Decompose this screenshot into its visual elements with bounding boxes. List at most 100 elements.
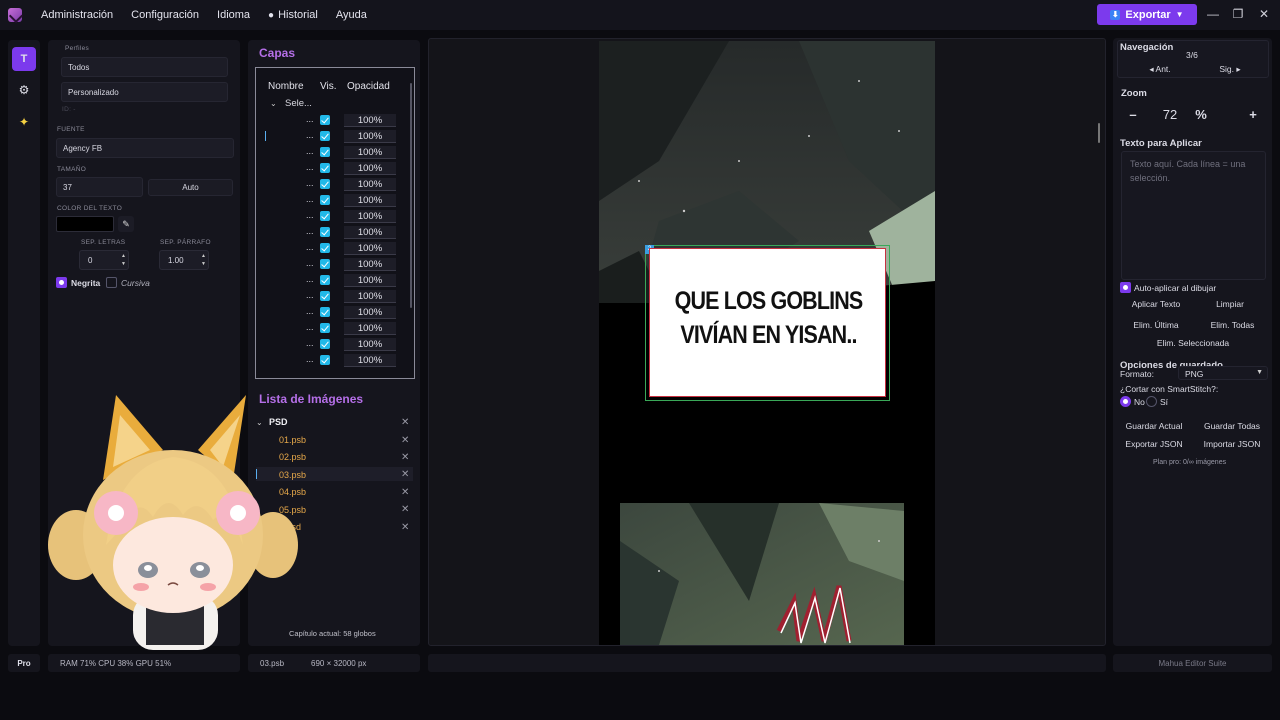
text-color-swatch[interactable] — [56, 216, 114, 232]
opacity-field[interactable]: 100% — [344, 322, 396, 335]
close-icon[interactable]: ✕ — [401, 452, 409, 463]
opacity-field[interactable]: 100% — [344, 178, 396, 191]
layer-group-name[interactable]: Sele... — [285, 98, 312, 109]
visibility-checkbox[interactable] — [320, 339, 330, 349]
letter-spacing-input[interactable]: 0 ▲ ▼ — [79, 250, 129, 270]
export-json-button[interactable]: Exportar JSON — [1120, 439, 1188, 449]
spinner-arrows-icon[interactable]: ▲ ▼ — [121, 252, 126, 268]
layer-row[interactable]: ... 100% — [256, 304, 400, 320]
chevron-down-icon[interactable]: ⌄ — [270, 99, 277, 108]
text-to-apply-area[interactable]: Texto aquí. Cada línea = una selección. — [1121, 151, 1266, 280]
prev-page-button[interactable]: ◂ Ant. — [1140, 64, 1180, 75]
layer-row[interactable]: ... 100% — [256, 272, 400, 288]
opacity-field[interactable]: 100% — [344, 114, 396, 127]
close-icon[interactable]: ✕ — [401, 469, 409, 480]
delete-last-button[interactable]: Elim. Última — [1122, 320, 1190, 330]
save-current-button[interactable]: Guardar Actual — [1120, 421, 1188, 431]
italic-checkbox[interactable] — [106, 277, 117, 288]
visibility-checkbox[interactable] — [320, 163, 330, 173]
no-radio[interactable] — [1120, 396, 1131, 407]
opacity-field[interactable]: 100% — [344, 306, 396, 319]
opacity-field[interactable]: 100% — [344, 258, 396, 271]
menu-configuracion[interactable]: Configuración — [122, 9, 208, 21]
sparkle-icon[interactable]: ✦ — [12, 110, 36, 134]
opacity-field[interactable]: 100% — [344, 290, 396, 303]
close-icon[interactable]: ✕ — [401, 487, 409, 498]
close-icon[interactable]: ✕ — [401, 522, 409, 533]
visibility-checkbox[interactable] — [320, 243, 330, 253]
text-tool-button[interactable]: T — [12, 47, 36, 71]
zoom-value[interactable]: 72 — [1155, 107, 1185, 122]
close-icon[interactable]: ✕ — [401, 504, 409, 515]
layer-row[interactable]: ... 100% — [256, 336, 400, 352]
layer-row[interactable]: ... 100% — [256, 176, 400, 192]
layers-scrollbar[interactable] — [410, 83, 412, 308]
menu-historial[interactable]: ● Historial — [259, 9, 327, 21]
opacity-field[interactable]: 100% — [344, 274, 396, 287]
bold-checkbox[interactable] — [56, 277, 67, 288]
visibility-checkbox[interactable] — [320, 195, 330, 205]
apply-text-button[interactable]: Aplicar Texto — [1122, 299, 1190, 309]
layer-row[interactable]: ... 100% — [256, 320, 400, 336]
size-input[interactable]: 37 — [56, 177, 143, 197]
visibility-checkbox[interactable] — [320, 291, 330, 301]
layer-row[interactable]: ... 100% — [256, 208, 400, 224]
visibility-checkbox[interactable] — [320, 355, 330, 365]
profile-all-item[interactable]: Todos — [61, 57, 228, 77]
layer-row[interactable]: ... 100% — [256, 160, 400, 176]
layer-row[interactable]: ... 100% — [256, 192, 400, 208]
opacity-field[interactable]: 100% — [344, 242, 396, 255]
save-all-button[interactable]: Guardar Todas — [1198, 421, 1266, 431]
layer-row[interactable]: ... 100% — [256, 288, 400, 304]
gear-icon[interactable]: ⚙ — [12, 78, 36, 102]
minimize-button[interactable]: — — [1206, 7, 1220, 21]
visibility-checkbox[interactable] — [320, 275, 330, 285]
close-icon[interactable]: ✕ — [401, 435, 409, 446]
yes-radio[interactable] — [1146, 396, 1157, 407]
close-icon[interactable]: ✕ — [401, 417, 409, 428]
profile-custom-item[interactable]: Personalizado — [61, 82, 228, 102]
font-select[interactable]: Agency FB — [56, 138, 234, 158]
canvas-area[interactable]: 2 QUE LOS GOBLINS VIVÍAN EN YISAN.. — [428, 38, 1106, 646]
opacity-field[interactable]: 100% — [344, 130, 396, 143]
export-button[interactable]: ⬇ Exportar ▼ — [1097, 4, 1197, 25]
eyedropper-icon[interactable]: ✎ — [118, 216, 134, 232]
opacity-field[interactable]: 100% — [344, 194, 396, 207]
opacity-field[interactable]: 100% — [344, 210, 396, 223]
spinner-arrows-icon[interactable]: ▲ ▼ — [201, 252, 206, 268]
visibility-checkbox[interactable] — [320, 211, 330, 221]
visibility-checkbox[interactable] — [320, 307, 330, 317]
visibility-checkbox[interactable] — [320, 323, 330, 333]
delete-selected-button[interactable]: Elim. Seleccionada — [1122, 338, 1264, 348]
opacity-field[interactable]: 100% — [344, 162, 396, 175]
zoom-in-button[interactable]: + — [1246, 107, 1260, 122]
next-page-button[interactable]: Sig. ▸ — [1210, 64, 1250, 75]
layer-row[interactable]: ... 100% — [256, 240, 400, 256]
layer-row[interactable]: ... 100% — [256, 224, 400, 240]
delete-all-button[interactable]: Elim. Todas — [1200, 320, 1265, 330]
zoom-out-button[interactable]: – — [1126, 107, 1140, 122]
layer-row[interactable]: ... 100% — [256, 256, 400, 272]
opacity-field[interactable]: 100% — [344, 146, 396, 159]
visibility-checkbox[interactable] — [320, 259, 330, 269]
opacity-field[interactable]: 100% — [344, 354, 396, 367]
canvas-scrollbar[interactable] — [1098, 123, 1100, 143]
auto-apply-checkbox[interactable] — [1120, 282, 1131, 293]
maximize-button[interactable]: ❐ — [1231, 7, 1245, 21]
menu-ayuda[interactable]: Ayuda — [327, 9, 376, 21]
menu-administracion[interactable]: Administración — [32, 9, 122, 21]
layer-row[interactable]: ... 100% — [256, 144, 400, 160]
visibility-checkbox[interactable] — [320, 227, 330, 237]
clear-button[interactable]: Limpiar — [1200, 299, 1260, 309]
speech-bubble[interactable]: QUE LOS GOBLINS VIVÍAN EN YISAN.. — [649, 248, 886, 397]
visibility-checkbox[interactable] — [320, 147, 330, 157]
auto-size-button[interactable]: Auto — [148, 179, 233, 196]
close-button[interactable]: ✕ — [1257, 7, 1271, 21]
paragraph-spacing-input[interactable]: 1.00 ▲ ▼ — [159, 250, 209, 270]
layer-row[interactable]: ... 100% — [256, 112, 400, 128]
format-select[interactable]: PNG ▼ — [1178, 366, 1268, 380]
layer-row[interactable]: ... 100% — [256, 352, 400, 368]
import-json-button[interactable]: Importar JSON — [1198, 439, 1266, 449]
visibility-checkbox[interactable] — [320, 179, 330, 189]
layer-row[interactable]: ... 100% — [256, 128, 400, 144]
